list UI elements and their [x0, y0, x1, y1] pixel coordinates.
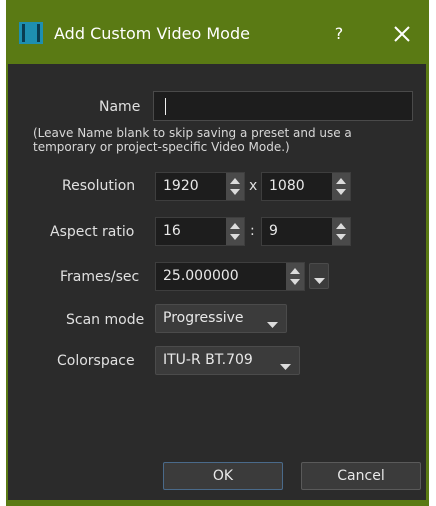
spin-arrows-icon[interactable]: [332, 218, 350, 245]
colorspace-label: Colorspace: [57, 353, 135, 369]
cancel-button[interactable]: Cancel: [301, 462, 421, 490]
aspect-numerator-spinbox[interactable]: 16: [155, 217, 245, 246]
scan-mode-value: Progressive: [163, 310, 244, 326]
aspect-separator: :: [250, 223, 255, 239]
fps-spinbox[interactable]: 25.000000: [155, 262, 305, 291]
text-caret: [165, 98, 166, 115]
dialog-window: Add Custom Video Mode ? Name (Leave Name…: [6, 0, 429, 506]
chevron-down-icon: [267, 317, 278, 333]
title-bar: Add Custom Video Mode ?: [6, 0, 429, 64]
aspect-ratio-label: Aspect ratio: [50, 224, 135, 240]
resolution-height-spinbox[interactable]: 1080: [261, 172, 351, 201]
spin-arrows-icon[interactable]: [332, 173, 350, 200]
resolution-label: Resolution: [62, 178, 136, 194]
fps-preset-dropdown[interactable]: [309, 263, 329, 289]
resolution-width-value: 1920: [163, 178, 199, 194]
spin-arrows-icon[interactable]: [226, 218, 244, 245]
resolution-separator: x: [249, 178, 258, 194]
fps-value: 25.000000: [163, 268, 239, 284]
window-title: Add Custom Video Mode: [54, 24, 250, 43]
aspect-numerator-value: 16: [163, 223, 181, 239]
aspect-denominator-value: 9: [269, 223, 278, 239]
ok-button[interactable]: OK: [163, 462, 283, 490]
resolution-width-spinbox[interactable]: 1920: [155, 172, 245, 201]
aspect-denominator-spinbox[interactable]: 9: [261, 217, 351, 246]
name-note: (Leave Name blank to skip saving a prese…: [33, 126, 352, 154]
app-icon: [19, 22, 43, 44]
help-button[interactable]: ?: [324, 20, 354, 48]
dialog-body: Name (Leave Name blank to skip saving a …: [8, 64, 426, 500]
chevron-down-icon: [280, 359, 291, 375]
spin-arrows-icon[interactable]: [286, 263, 304, 290]
scan-mode-label: Scan mode: [66, 312, 145, 328]
name-input[interactable]: [153, 91, 413, 121]
colorspace-value: ITU-R BT.709: [163, 352, 253, 368]
name-label: Name: [99, 99, 141, 115]
close-icon[interactable]: [387, 18, 417, 48]
resolution-height-value: 1080: [269, 178, 305, 194]
chevron-down-icon: [314, 273, 325, 289]
spin-arrows-icon[interactable]: [226, 173, 244, 200]
colorspace-select[interactable]: ITU-R BT.709: [155, 346, 300, 375]
scan-mode-select[interactable]: Progressive: [155, 304, 287, 333]
fps-label: Frames/sec: [60, 269, 140, 285]
